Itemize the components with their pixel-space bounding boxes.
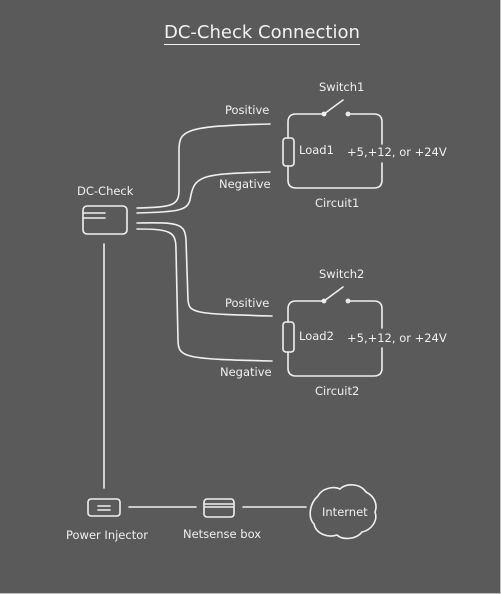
diagram-title: DC-Check Connection — [164, 22, 360, 45]
positive-label-2: Positive — [225, 296, 270, 310]
netsense-box-icon — [203, 498, 235, 518]
wire-positive-1 — [136, 123, 271, 209]
power-injector-label: Power Injector — [66, 528, 148, 542]
load1-label: Load1 — [299, 143, 334, 157]
negative-label-1: Negative — [219, 177, 271, 191]
switch2-lever — [323, 286, 344, 302]
load1-resistor-icon — [282, 137, 295, 167]
power-injector-icon — [87, 498, 121, 517]
load2-label: Load2 — [299, 329, 334, 343]
dc-check-device-icon — [82, 205, 128, 235]
circuit1-label: Circuit1 — [315, 196, 360, 210]
netsense-box-label: Netsense box — [183, 527, 262, 541]
voltage-label-2: +5,+12, or +24V — [347, 331, 447, 345]
diagram-canvas: DC-Check Connection DC-Check Positive Ne… — [0, 0, 501, 594]
load2-resistor-icon — [282, 321, 295, 353]
switch1-lever — [323, 99, 344, 115]
internet-label: Internet — [322, 505, 368, 519]
wire-negative-2 — [136, 228, 273, 362]
positive-label-1: Positive — [225, 103, 270, 117]
switch1-label: Switch1 — [319, 80, 365, 94]
circuit2-label: Circuit2 — [315, 384, 360, 398]
negative-label-2: Negative — [220, 365, 272, 379]
dc-check-label: DC-Check — [77, 184, 134, 198]
voltage-label-1: +5,+12, or +24V — [347, 145, 447, 159]
switch2-label: Switch2 — [319, 267, 365, 281]
